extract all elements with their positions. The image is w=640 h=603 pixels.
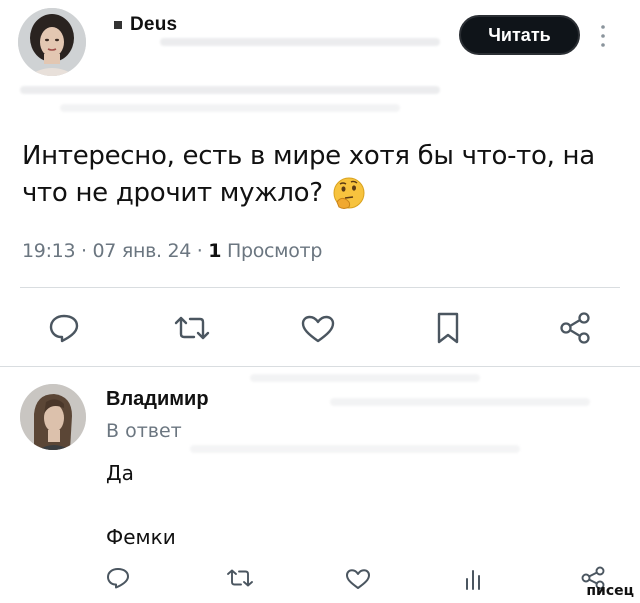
separator: ·	[196, 240, 203, 262]
post-meta: 19:13 · 07 янв. 24 · 1 Просмотр	[22, 240, 322, 262]
post-text-line: что не дрочит мужло?	[22, 175, 622, 212]
author-avatar[interactable]	[18, 8, 86, 76]
reply-avatar[interactable]	[20, 384, 86, 450]
avatar-image	[18, 8, 86, 76]
heart-icon[interactable]	[345, 568, 371, 590]
background-blur	[160, 38, 440, 46]
post-text-line: Интересно, есть в мире хотя бы что-то, н…	[22, 141, 595, 171]
bookmark-icon[interactable]	[435, 311, 461, 345]
background-blur	[330, 398, 590, 406]
views-icon[interactable]	[464, 567, 486, 591]
divider	[20, 287, 620, 288]
watermark: писец	[586, 583, 634, 599]
views-count: 1	[208, 240, 222, 262]
background-blur	[190, 445, 520, 453]
background-blur	[20, 86, 440, 94]
avatar-image	[20, 384, 86, 450]
post-time[interactable]: 19:13	[22, 240, 76, 262]
share-icon[interactable]	[558, 311, 592, 345]
thinking-face-emoji	[333, 177, 365, 209]
post-text: Интересно, есть в мире хотя бы что-то, н…	[22, 138, 622, 212]
author-badge-icon	[114, 21, 122, 29]
more-vertical-icon[interactable]	[598, 23, 608, 49]
separator: ·	[81, 240, 87, 262]
reply-subtitle: В ответ	[106, 420, 182, 442]
reply-icon[interactable]	[106, 567, 130, 589]
post-date[interactable]: 07 янв. 24	[93, 240, 192, 262]
background-blur	[60, 104, 400, 112]
reply-text-line: Да	[106, 461, 134, 485]
repost-icon[interactable]	[225, 568, 255, 588]
post-text-segment: что не дрочит мужло?	[22, 178, 323, 208]
reply-text-line: Фемки	[106, 525, 176, 549]
author-name[interactable]: Deus	[130, 14, 177, 36]
reply-author-name[interactable]: Владимир	[106, 388, 209, 411]
views-label: Просмотр	[226, 240, 323, 262]
divider	[0, 366, 640, 367]
read-button[interactable]: Читать	[459, 15, 580, 55]
reply-icon[interactable]	[48, 313, 80, 343]
heart-icon[interactable]	[300, 314, 336, 344]
repost-icon[interactable]	[172, 314, 212, 342]
background-blur	[250, 374, 480, 382]
